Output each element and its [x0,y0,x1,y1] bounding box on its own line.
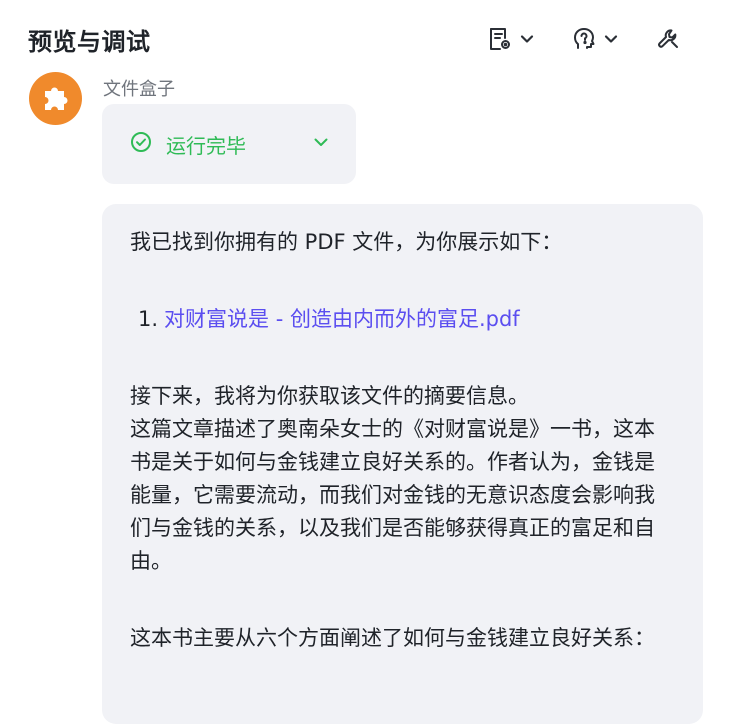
header: 预览与调试 [0,0,729,78]
voice-head-icon [571,26,597,52]
tools-button[interactable] [656,22,682,56]
puzzle-piece-icon [39,80,73,118]
chevron-down-icon [312,133,330,155]
voice-dropdown-button[interactable] [571,22,619,56]
list-index: 1. [138,307,159,331]
chevron-down-icon [519,31,535,47]
file-link[interactable]: 对财富说是 - 创造由内而外的富足.pdf [164,303,520,336]
aspects-intro-text: 这本书主要从六个方面阐述了如何与金钱建立良好关系： [130,626,655,650]
chevron-down-icon [603,31,619,47]
intro-text: 我已找到你拥有的 PDF 文件，为你展示如下： [130,230,563,254]
summary-text: 这篇文章描述了奥南朵女士的《对财富说是》一书，这本书是关于如何与金钱建立良好关系… [130,417,655,573]
page-title: 预览与调试 [28,28,151,56]
file-list: 1. 对财富说是 - 创造由内而外的富足.pdf [130,303,673,336]
document-settings-dropdown-button[interactable] [487,22,535,56]
summary-intro-text: 接下来，我将为你获取该文件的摘要信息。 [130,384,529,408]
status-label: 运行完毕 [166,133,246,158]
sender-name: 文件盒子 [103,79,175,100]
wrench-icon [656,26,682,52]
document-settings-icon [487,26,513,52]
message-bubble: 我已找到你拥有的 PDF 文件，为你展示如下： 1. 对财富说是 - 创造由内而… [102,204,703,724]
run-status-collapsible[interactable]: 运行完毕 [102,104,356,184]
avatar [29,72,82,125]
list-item: 1. 对财富说是 - 创造由内而外的富足.pdf [138,303,673,336]
check-circle-icon [130,131,152,157]
